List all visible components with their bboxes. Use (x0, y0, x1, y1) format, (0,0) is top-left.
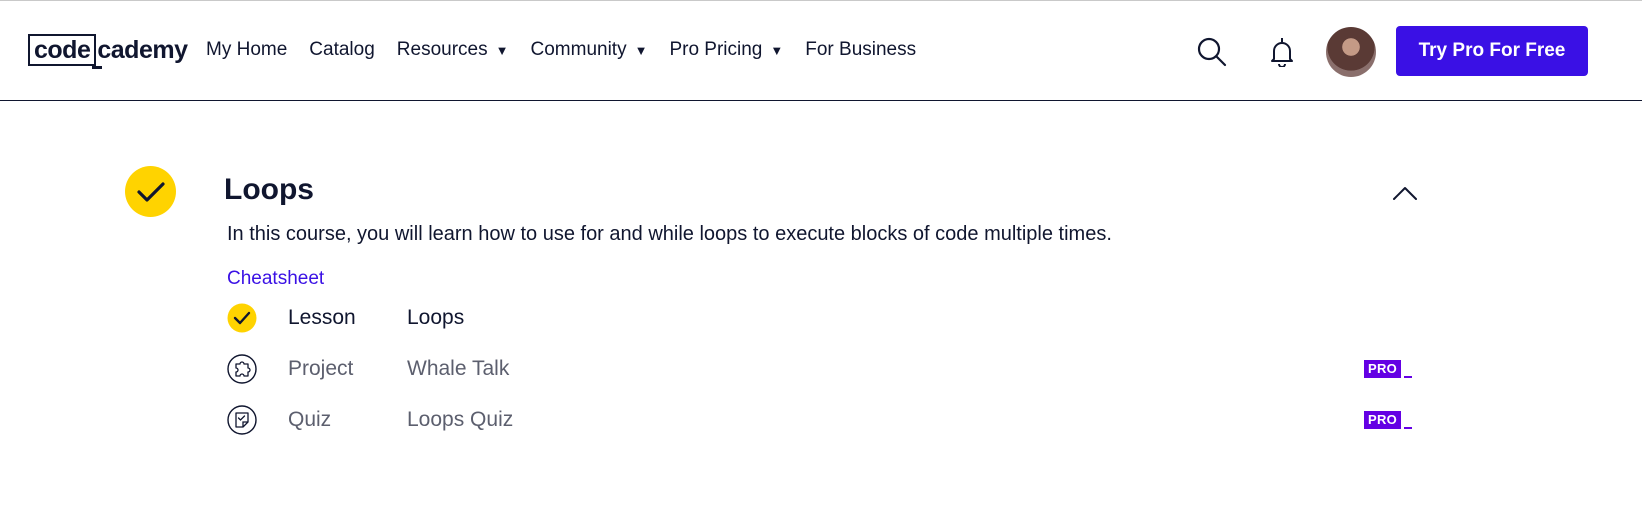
nav-catalog[interactable]: Catalog (309, 39, 375, 61)
content-item-lesson[interactable]: Lesson Loops (227, 301, 1417, 335)
pro-badge: PRO (1364, 358, 1413, 378)
module-description: In this course, you will learn how to us… (227, 223, 1112, 245)
logo-code-box: code (28, 34, 97, 66)
pro-badge-cursor (1404, 376, 1413, 378)
logo-cademy-text: cademy (92, 35, 188, 69)
puzzle-icon (227, 354, 257, 384)
content-item-name: Whale Talk (407, 357, 510, 380)
module-complete-check-icon (125, 166, 176, 217)
nav-for-business-label: For Business (805, 39, 917, 60)
content-item-quiz[interactable]: Quiz Loops Quiz PRO (227, 403, 1417, 437)
nav-for-business[interactable]: For Business (805, 39, 916, 61)
caret-down-icon: ▼ (495, 42, 509, 58)
pro-badge-label: PRO (1364, 411, 1402, 429)
module-title: Loops (224, 173, 314, 206)
cheatsheet-link[interactable]: Cheatsheet (227, 268, 324, 290)
codecademy-logo[interactable]: code cademy (28, 33, 188, 69)
main-nav: My Home Catalog Resources ▼ Community ▼ Pr… (206, 39, 938, 61)
caret-down-icon: ▼ (770, 42, 784, 58)
content-item-type: Quiz (288, 408, 332, 431)
nav-resources[interactable]: Resources ▼ (397, 39, 509, 61)
caret-down-icon: ▼ (634, 42, 648, 58)
nav-catalog-label: Catalog (309, 39, 375, 60)
check-icon (227, 303, 257, 333)
avatar[interactable] (1326, 27, 1376, 77)
logo-cursor (92, 65, 103, 69)
nav-my-home[interactable]: My Home (206, 39, 287, 61)
nav-my-home-label: My Home (206, 39, 288, 60)
logo-cademy-label: cademy (97, 35, 188, 64)
pro-badge: PRO (1364, 409, 1413, 429)
content-item-type: Lesson (288, 306, 356, 329)
bell-icon[interactable] (1269, 37, 1295, 68)
nav-pro-pricing[interactable]: Pro Pricing ▼ (669, 39, 783, 61)
nav-community-label: Community (530, 39, 627, 60)
nav-community[interactable]: Community ▼ (531, 39, 648, 61)
content-item-name: Loops Quiz (407, 408, 514, 431)
search-icon[interactable] (1197, 37, 1227, 67)
site-header: code cademy My Home Catalog Resources ▼ C… (0, 1, 1642, 101)
content-item-project[interactable]: Project Whale Talk PRO (227, 352, 1417, 386)
nav-pro-pricing-label: Pro Pricing (669, 39, 763, 60)
nav-resources-label: Resources (396, 39, 488, 60)
content-item-name: Loops (407, 306, 465, 329)
try-pro-button[interactable]: Try Pro For Free (1396, 26, 1588, 76)
chevron-up-icon[interactable] (1392, 184, 1418, 202)
pro-badge-cursor (1404, 427, 1413, 429)
pro-badge-label: PRO (1364, 360, 1402, 378)
quiz-note-icon (227, 405, 257, 435)
content-item-type: Project (288, 357, 354, 380)
